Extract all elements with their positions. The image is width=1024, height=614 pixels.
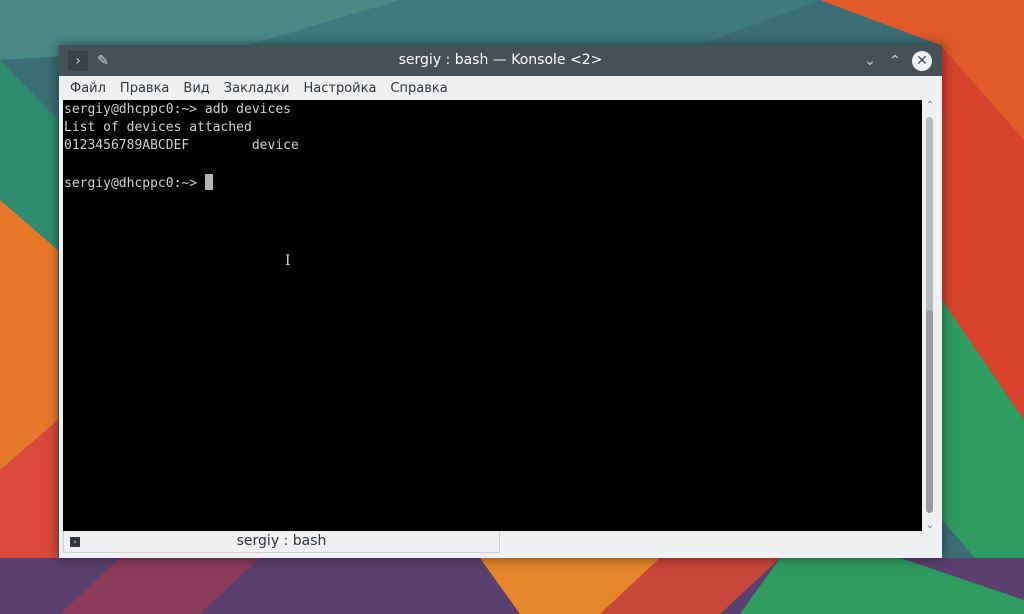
menu-help[interactable]: Справка	[383, 81, 454, 96]
scroll-down-icon[interactable]: ⌄	[922, 520, 938, 531]
session-tab[interactable]: › sergiy : bash	[63, 531, 500, 553]
terminal-line: ​	[64, 156, 922, 174]
mouse-ibeam-cursor-icon: I	[285, 253, 291, 269]
menu-edit[interactable]: Правка	[113, 81, 176, 96]
minimize-button[interactable]: ⌄	[860, 51, 880, 71]
terminal-line: sergiy@dhcppc0:~> adb devices	[64, 102, 291, 117]
tab-label: sergiy : bash	[236, 533, 327, 549]
terminal-area[interactable]: sergiy@dhcppc0:~> adb devices List of dev…	[63, 100, 922, 531]
terminal-line: List of devices attached	[64, 120, 252, 136]
menu-settings[interactable]: Настройка	[296, 81, 383, 96]
menu-bar: Файл Правка Вид Закладки Настройка Справ…	[59, 76, 942, 100]
terminal-line: 0123456789ABCDEF device	[64, 138, 299, 154]
menu-bookmarks[interactable]: Закладки	[217, 81, 297, 96]
scrollbar[interactable]: ⌃ ⌄	[922, 100, 938, 531]
text-cursor	[204, 173, 213, 190]
menu-file[interactable]: Файл	[63, 81, 113, 96]
konsole-window: › ✎ sergiy : bash — Konsole <2> ⌄ ⌃ ✕ Фа…	[59, 45, 942, 558]
title-bar[interactable]: › ✎ sergiy : bash — Konsole <2> ⌄ ⌃ ✕	[59, 45, 942, 76]
scrollbar-thumb[interactable]	[926, 310, 933, 513]
maximize-button[interactable]: ⌃	[885, 51, 905, 71]
scroll-up-icon[interactable]: ⌃	[922, 100, 938, 111]
close-button[interactable]: ✕	[912, 51, 932, 71]
window-title: sergiy : bash — Konsole <2>	[398, 52, 603, 68]
terminal-prompt-line: sergiy@dhcppc0:~>	[64, 173, 922, 193]
terminal-prompt: sergiy@dhcppc0:~>	[64, 175, 205, 191]
menu-view[interactable]: Вид	[176, 81, 216, 96]
